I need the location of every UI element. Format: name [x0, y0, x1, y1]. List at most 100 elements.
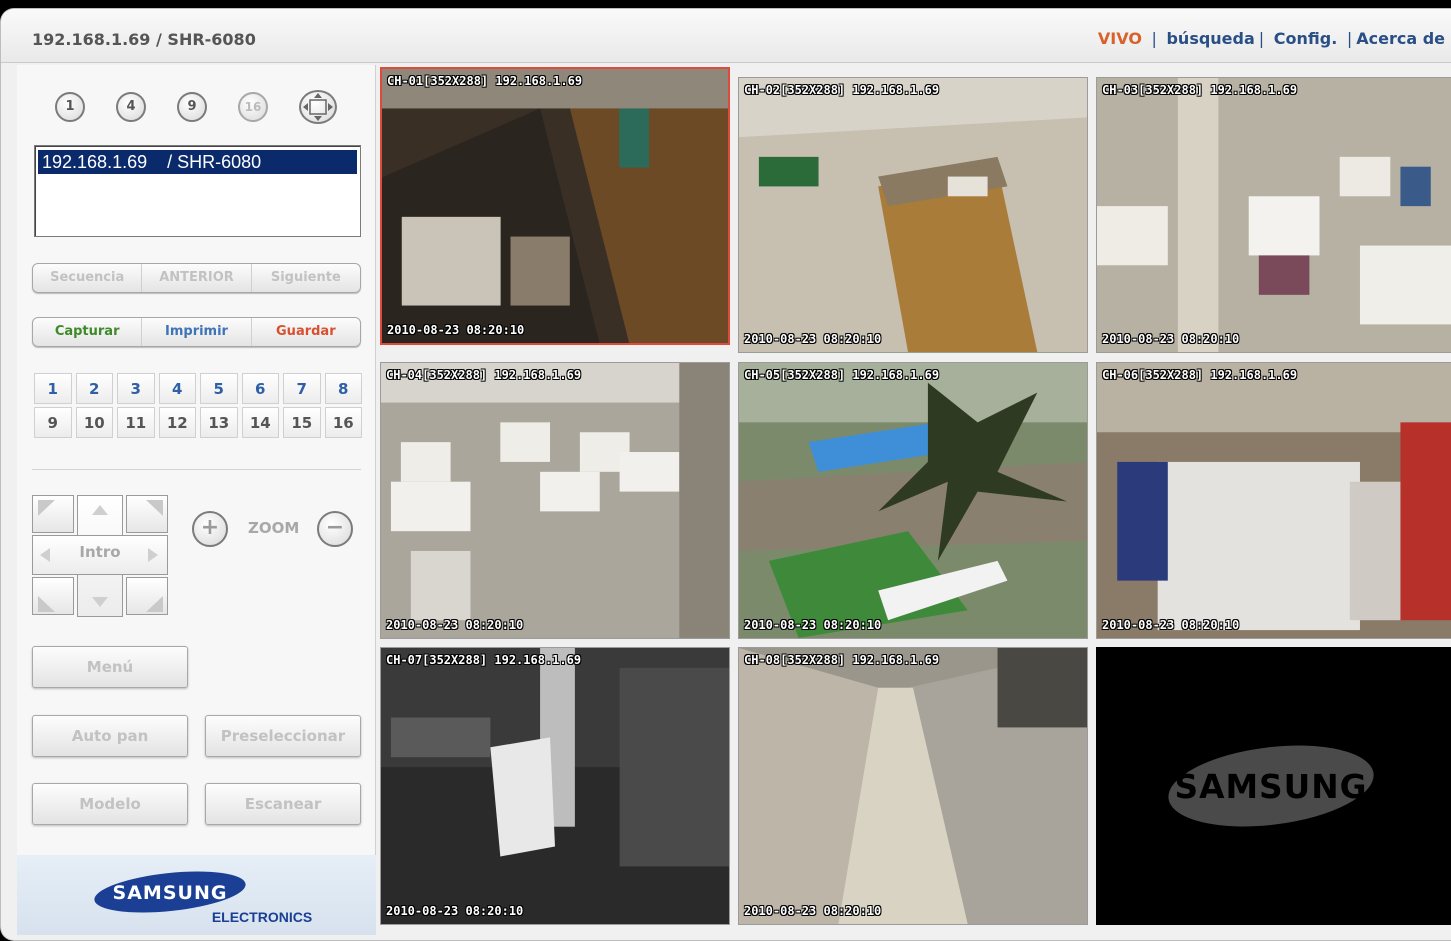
camera-feed	[739, 78, 1087, 352]
device-list: 192.168.1.69 / SHR-6080	[34, 145, 361, 237]
previous-button[interactable]: ANTERIOR	[142, 264, 252, 292]
channel-button-12[interactable]: 12	[158, 407, 196, 438]
control-panel: 1 4 9 16 192.168.1.69 / SHR-6080 Secuenc…	[17, 65, 376, 935]
camera-tile-2[interactable]: CH-02[352X288] 192.168.1.69 2010-08-23 0…	[738, 77, 1088, 353]
camera-label: CH-02[352X288] 192.168.1.69	[744, 83, 940, 97]
camera-tile-3[interactable]: CH-03[352X288] 192.168.1.69 2010-08-23 0…	[1096, 77, 1451, 353]
nav-separator: |	[1258, 29, 1265, 48]
channel-button-16[interactable]: 16	[324, 407, 362, 438]
channel-button-4[interactable]: 4	[158, 373, 196, 404]
layout-4-button[interactable]: 4	[116, 92, 146, 122]
camera-timestamp: 2010-08-23 08:20:10	[744, 904, 882, 918]
print-button[interactable]: Imprimir	[142, 318, 252, 346]
camera-label: CH-06[352X288] 192.168.1.69	[1102, 368, 1298, 382]
camera-timestamp: 2010-08-23 08:20:10	[1102, 618, 1240, 632]
auto-pan-button[interactable]: Auto pan	[32, 715, 188, 757]
camera-label: CH-04[352X288] 192.168.1.69	[386, 368, 582, 382]
capture-button[interactable]: Capturar	[33, 318, 143, 346]
zoom-in-button[interactable]: +	[192, 511, 228, 547]
channel-button-2[interactable]: 2	[75, 373, 113, 404]
camera-timestamp: 2010-08-23 08:20:10	[386, 904, 524, 918]
action-bar: Capturar Imprimir Guardar	[32, 317, 361, 347]
sequence-button[interactable]: Secuencia	[33, 264, 143, 292]
ptz-down-right-button[interactable]	[126, 577, 168, 615]
ptz-down-left-button[interactable]	[32, 577, 74, 615]
nav-separator: |	[1151, 29, 1157, 48]
brand-sub: ELECTRONICS	[212, 909, 312, 925]
camera-tile-5[interactable]: CH-05[352X288] 192.168.1.69 2010-08-23 0…	[738, 362, 1088, 639]
camera-label: CH-08[352X288] 192.168.1.69	[744, 653, 940, 667]
channel-grid: 1 2 3 4 5 6 7 8 9 10 11 12 13 14 15 16	[34, 373, 364, 441]
nav-live-link[interactable]: VIVO	[1098, 29, 1142, 48]
camera-tile-8[interactable]: CH-08[352X288] 192.168.1.69 2010-08-23 0…	[738, 647, 1088, 925]
top-bar: 192.168.1.69 / SHR-6080 VIVO | búsqueda |…	[1, 9, 1451, 63]
camera-tile-7[interactable]: CH-07[352X288] 192.168.1.69 2010-08-23 0…	[380, 647, 730, 925]
nav-config-link[interactable]: Config.	[1274, 29, 1338, 48]
divider	[32, 469, 361, 470]
camera-tile-1[interactable]: CH-01[352X288] 192.168.1.69 2010-08-23 0…	[380, 67, 730, 345]
camera-timestamp: 2010-08-23 08:20:10	[387, 323, 525, 337]
brand-area: SAMSUNG ELECTRONICS	[17, 855, 376, 935]
camera-tile-4[interactable]: CH-04[352X288] 192.168.1.69 2010-08-23 0…	[380, 362, 730, 639]
device-list-item[interactable]: 192.168.1.69 / SHR-6080	[38, 150, 357, 174]
pattern-button[interactable]: Modelo	[32, 783, 188, 825]
nav-separator: |	[1346, 29, 1353, 48]
channel-button-14[interactable]: 14	[241, 407, 279, 438]
channel-button-7[interactable]: 7	[283, 373, 321, 404]
channel-button-15[interactable]: 15	[283, 407, 321, 438]
arrow-up-right-icon	[146, 500, 163, 516]
ptz-down-button[interactable]	[90, 595, 110, 609]
ptz-up-right-button[interactable]	[126, 495, 168, 533]
camera-label: CH-01[352X288] 192.168.1.69	[387, 74, 583, 88]
channel-button-8[interactable]: 8	[324, 373, 362, 404]
camera-label: CH-05[352X288] 192.168.1.69	[744, 368, 940, 382]
ptz-right-button[interactable]	[146, 546, 160, 564]
camera-tile-6[interactable]: CH-06[352X288] 192.168.1.69 2010-08-23 0…	[1096, 362, 1451, 639]
brand-name: SAMSUNG	[113, 882, 228, 904]
app-window: 192.168.1.69 / SHR-6080 VIVO | búsqueda |…	[0, 8, 1451, 941]
camera-feed	[381, 363, 729, 638]
camera-feed	[1097, 78, 1451, 352]
scan-button[interactable]: Escanear	[205, 783, 361, 825]
arrow-down-left-icon	[38, 596, 55, 612]
camera-label: CH-07[352X288] 192.168.1.69	[386, 653, 582, 667]
nav-search-link[interactable]: búsqueda	[1166, 29, 1254, 48]
fullscreen-button[interactable]	[299, 90, 337, 124]
camera-tile-empty[interactable]: SAMSUNG	[1096, 647, 1451, 925]
camera-grid: CH-01[352X288] 192.168.1.69 2010-08-23 0…	[378, 65, 1451, 931]
camera-label: CH-03[352X288] 192.168.1.69	[1102, 83, 1298, 97]
layout-16-button[interactable]: 16	[238, 92, 268, 122]
channel-button-3[interactable]: 3	[117, 373, 155, 404]
save-button[interactable]: Guardar	[252, 318, 360, 346]
channel-button-6[interactable]: 6	[241, 373, 279, 404]
samsung-logo: SAMSUNG ELECTRONICS	[94, 871, 312, 925]
zoom-label: ZOOM	[248, 519, 300, 537]
channel-button-1[interactable]: 1	[34, 373, 72, 404]
camera-timestamp: 2010-08-23 08:20:10	[1102, 332, 1240, 346]
ptz-pad: Intro	[32, 495, 168, 617]
channel-button-5[interactable]: 5	[200, 373, 238, 404]
channel-button-13[interactable]: 13	[200, 407, 238, 438]
channel-button-10[interactable]: 10	[75, 407, 113, 438]
layout-9-button[interactable]: 9	[177, 92, 207, 122]
channel-button-9[interactable]: 9	[34, 407, 72, 438]
camera-timestamp: 2010-08-23 08:20:10	[744, 332, 882, 346]
menu-button[interactable]: Menú	[32, 646, 188, 688]
top-nav: VIVO | búsqueda | Config. | Acerca de	[1098, 29, 1445, 48]
next-button[interactable]: Siguiente	[252, 264, 360, 292]
ptz-intro-button[interactable]: Intro	[77, 543, 123, 561]
ptz-left-button[interactable]	[38, 546, 52, 564]
zoom-out-button[interactable]: −	[317, 511, 353, 547]
preset-button[interactable]: Preseleccionar	[205, 715, 361, 757]
layout-1-button[interactable]: 1	[55, 92, 85, 122]
camera-feed	[382, 69, 728, 343]
camera-feed	[739, 363, 1087, 638]
ptz-up-left-button[interactable]	[32, 495, 74, 533]
empty-slot-logo-text: SAMSUNG	[1175, 768, 1368, 806]
ptz-up-button[interactable]	[90, 503, 110, 517]
channel-button-11[interactable]: 11	[117, 407, 155, 438]
fullscreen-icon	[303, 93, 333, 121]
camera-timestamp: 2010-08-23 08:20:10	[744, 618, 882, 632]
device-title: 192.168.1.69 / SHR-6080	[32, 30, 256, 49]
nav-about-link[interactable]: Acerca de	[1356, 29, 1445, 48]
